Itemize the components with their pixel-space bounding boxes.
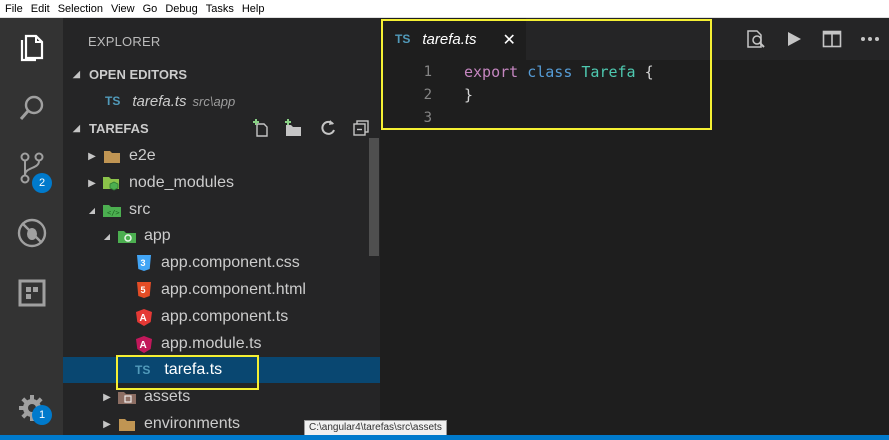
find-references-button[interactable]: [737, 18, 775, 60]
new-file-button[interactable]: [251, 118, 271, 138]
tree-item-label: app.module.ts: [161, 335, 262, 352]
chevron-right-icon: ▶: [88, 177, 96, 189]
refresh-icon: [321, 120, 335, 135]
tree-item-label: src: [129, 201, 151, 218]
angular-icon: A: [135, 308, 153, 326]
extensions-icon: [18, 279, 45, 307]
src-folder-icon: </>: [103, 201, 121, 219]
chevron-down-icon: ◢: [88, 205, 96, 215]
search-icon: [19, 95, 43, 120]
collapse-all-button[interactable]: [351, 118, 371, 138]
html-icon: 5: [135, 281, 153, 299]
menu-help[interactable]: Help: [238, 0, 269, 18]
tree-item-app-component-css[interactable]: 3 app.component.css: [63, 250, 380, 276]
svg-text:A: A: [140, 340, 147, 351]
tree-item-label: node_modules: [129, 174, 234, 191]
activity-bar: 2 1: [0, 18, 63, 440]
tree-item-node-modules[interactable]: ▶ node_modules: [63, 170, 380, 196]
menu-go[interactable]: Go: [139, 0, 162, 18]
tree-item-label: app.component.ts: [161, 308, 289, 325]
tree-item-app[interactable]: ◢ app: [63, 223, 380, 249]
caret-down-icon: ◢: [73, 68, 80, 79]
open-editors-label: OPEN EDITORS: [89, 66, 188, 82]
open-editor-path: src\app: [192, 93, 236, 109]
typescript-file-icon: TS: [105, 94, 121, 108]
play-icon: [788, 32, 801, 46]
new-folder-icon: [285, 119, 301, 136]
split-editor-button[interactable]: [813, 18, 851, 60]
collapse-all-icon: [353, 120, 369, 136]
settings-badge: 1: [32, 405, 52, 425]
menu-edit[interactable]: Edit: [27, 0, 54, 18]
open-editors-header[interactable]: ◢ OPEN EDITORS: [63, 63, 380, 85]
tree-item-label: app: [144, 227, 171, 244]
explorer-button[interactable]: [0, 23, 63, 73]
assets-folder-icon: [118, 388, 136, 406]
path-tooltip: C:\angular4\tarefas\src\assets: [304, 420, 447, 436]
debug-icon: [17, 218, 46, 248]
more-actions-button[interactable]: [851, 18, 889, 60]
files-icon: [20, 34, 43, 62]
project-label: TAREFAS: [89, 120, 149, 136]
menu-bar: File Edit Selection View Go Debug Tasks …: [0, 0, 889, 18]
folder-icon: [103, 147, 121, 165]
menu-tasks[interactable]: Tasks: [202, 0, 238, 18]
status-bar: [0, 435, 889, 440]
new-file-icon: [253, 119, 268, 137]
sidebar-title: EXPLORER: [88, 34, 161, 49]
tree-item-e2e[interactable]: ▶ e2e: [63, 143, 380, 169]
svg-text:3: 3: [141, 258, 146, 268]
tree-item-label: environments: [144, 415, 241, 432]
tree-item-src[interactable]: ◢ </> src: [63, 197, 380, 223]
sidebar-scrollbar[interactable]: [369, 138, 379, 256]
run-button[interactable]: [775, 18, 813, 60]
angular-module-icon: A: [135, 335, 153, 353]
menu-file[interactable]: File: [0, 0, 27, 18]
folder-icon: [118, 415, 136, 433]
svg-text:5: 5: [141, 285, 146, 295]
chevron-right-icon: ▶: [103, 418, 111, 430]
chevron-right-icon: ▶: [103, 391, 111, 403]
search-button[interactable]: [0, 83, 63, 133]
tree-item-app-component-ts[interactable]: A app.component.ts: [63, 304, 380, 330]
settings-button[interactable]: [0, 383, 63, 433]
chevron-right-icon: ▶: [88, 150, 96, 162]
highlight-box-editor: [381, 19, 712, 130]
scm-badge: 2: [32, 173, 52, 193]
tree-item-app-component-html[interactable]: 5 app.component.html: [63, 277, 380, 303]
menu-view[interactable]: View: [107, 0, 139, 18]
caret-down-icon: ◢: [73, 122, 80, 133]
editor-actions: [737, 18, 889, 60]
node-folder-icon: [103, 174, 121, 192]
menu-selection[interactable]: Selection: [54, 0, 107, 18]
open-editor-name: tarefa.ts: [132, 92, 187, 110]
svg-text:A: A: [140, 313, 147, 324]
tree-item-app-module-ts[interactable]: A app.module.ts: [63, 331, 380, 357]
css-icon: 3: [135, 254, 153, 272]
highlight-box-tree: [116, 355, 259, 390]
chevron-down-icon: ◢: [103, 231, 111, 241]
svg-text:</>: </>: [107, 209, 120, 217]
debug-button[interactable]: [0, 208, 63, 258]
ellipsis-icon: [861, 37, 879, 41]
tree-item-label: e2e: [129, 147, 156, 164]
split-editor-icon: [822, 30, 842, 48]
tree-item-label: app.component.css: [161, 254, 300, 271]
refresh-button[interactable]: [318, 118, 338, 138]
open-changes-icon: [747, 30, 765, 48]
app-folder-icon: [118, 227, 136, 245]
open-editor-item[interactable]: TS tarefa.ts src\app: [63, 88, 380, 114]
tree-item-label: assets: [144, 388, 191, 405]
extensions-button[interactable]: [0, 268, 63, 318]
new-folder-button[interactable]: [283, 118, 303, 138]
tree-item-label: app.component.html: [161, 281, 306, 298]
menu-debug[interactable]: Debug: [161, 0, 201, 18]
